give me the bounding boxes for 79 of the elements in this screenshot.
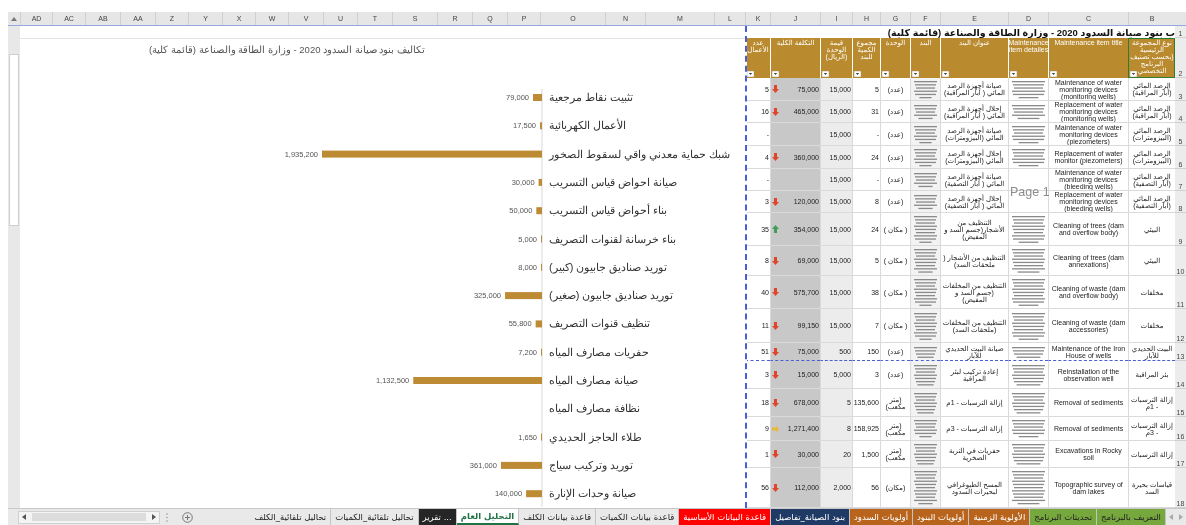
fine-print-drawing <box>1010 442 1047 466</box>
bar <box>536 207 542 215</box>
sheet-tab[interactable]: تحديثات البرنامج <box>1030 509 1097 525</box>
filter-dropdown-icon[interactable] <box>1050 71 1057 77</box>
fine-print-drawing <box>912 193 939 210</box>
fine-print-drawing <box>1010 469 1047 506</box>
fine-print-drawing <box>1010 103 1047 120</box>
fine-print-drawing <box>912 146 939 168</box>
fine-print-drawing <box>912 310 939 341</box>
category-label: طلاء الحاجز الحديدي <box>549 430 643 443</box>
category-label: الأعمال الكهربائية <box>549 119 627 132</box>
horizontal-scrollbar-thumb[interactable] <box>32 513 146 521</box>
category-label: صيانة احواض قياس التسريب <box>549 175 678 188</box>
fine-print-drawing <box>912 277 939 307</box>
sheet-tab[interactable]: بنود الصيانة_تفاصيل <box>771 509 851 525</box>
fine-print-drawing <box>912 442 939 466</box>
fine-print-drawing <box>1010 78 1047 100</box>
sheet-tab[interactable]: أولويات البنود <box>913 509 970 525</box>
fine-print-drawing <box>1010 390 1047 415</box>
fine-print-drawing <box>1010 247 1047 274</box>
fine-print-drawing <box>912 469 939 506</box>
sheet-tab[interactable]: أولويات السدود <box>850 509 914 525</box>
fine-print-drawing <box>1010 344 1047 359</box>
bar <box>533 94 542 101</box>
fine-print-drawing <box>1010 214 1047 244</box>
filter-dropdown-icon[interactable] <box>747 71 754 77</box>
category-label: نظافة مصارف المياه <box>549 402 641 415</box>
fine-print-drawing <box>1010 362 1047 387</box>
scroll-up-icon[interactable] <box>11 16 17 21</box>
category-label: توريد صناديق جابيون (صغير) <box>549 289 674 302</box>
add-sheet-icon[interactable] <box>182 511 193 523</box>
fine-print-drawing <box>1010 123 1047 145</box>
sheet-tab[interactable]: التعريف بالبرنامج <box>1097 509 1166 525</box>
splitter-handle-icon[interactable] <box>166 512 168 522</box>
sheet-tab[interactable]: التحليل العام <box>456 509 520 525</box>
category-label: صيانة وحدات الإنارة <box>549 487 637 500</box>
fine-print-drawing <box>1010 418 1047 439</box>
bar <box>535 320 542 328</box>
fine-print-drawing <box>912 123 939 145</box>
category-label: صيانة مصارف المياه <box>549 374 639 386</box>
bar <box>526 490 542 498</box>
category-label: تنظيف قنوات التصريف <box>549 317 651 330</box>
filter-dropdown-icon[interactable] <box>854 71 861 77</box>
fine-print-drawing <box>912 344 939 359</box>
filter-dropdown-icon[interactable] <box>822 71 829 77</box>
category-label: حفريات مصارف المياه <box>549 345 650 358</box>
vertical-scrollbar[interactable] <box>8 26 20 508</box>
page-label: Page 1 <box>1010 186 1050 199</box>
fine-print-drawing <box>912 362 939 387</box>
fine-print-drawing <box>912 171 939 188</box>
category-label: بناء خرسانة لقنوات التصريف <box>549 232 677 245</box>
category-label: تثبيت نقاط مرجعية <box>549 91 634 103</box>
sheet-tab[interactable]: قاعدة البيانات الأساسية <box>679 509 772 525</box>
category-label: توريد وتركيب سياج <box>549 458 634 471</box>
table-title: ب بنود صيانة السدود 2020 - وزارة الطاقة والصناعة (قائمة كلية) <box>886 26 1175 38</box>
sheet-tab[interactable]: الأولوية الزمنية <box>969 509 1031 525</box>
fine-print-drawing <box>912 78 939 100</box>
chart-title: تكاليف بنود صيانة السدود 2020 - وزارة الطاقة والصناعة (قائمة كلية) <box>149 44 425 55</box>
filter-dropdown-icon[interactable] <box>882 71 889 77</box>
fine-print-drawing <box>912 214 939 244</box>
fine-print-drawing <box>1010 146 1047 168</box>
filter-dropdown-icon[interactable] <box>912 71 919 77</box>
category-label: شبك حماية معدني واقي لسقوط الصخور <box>549 147 731 160</box>
fine-print-drawing <box>912 247 939 274</box>
category-label: بناء أحواض قياس التسريب <box>549 204 668 217</box>
fine-print-drawing <box>1010 310 1047 341</box>
filter-dropdown-icon[interactable] <box>1010 71 1017 77</box>
fine-print-drawing <box>1010 277 1047 307</box>
filter-dropdown-icon[interactable] <box>1130 71 1137 77</box>
filter-dropdown-icon[interactable] <box>942 71 949 77</box>
fine-print-drawing <box>912 418 939 439</box>
bar <box>505 292 542 300</box>
sheet-tab[interactable]: تقرير ... <box>418 509 457 525</box>
category-label: توريد صناديق جابيون (كبير) <box>549 260 668 273</box>
fine-print-drawing <box>912 103 939 120</box>
bar <box>538 178 542 186</box>
fine-print-drawing <box>912 390 939 415</box>
filter-dropdown-icon[interactable] <box>772 71 779 77</box>
bar <box>500 461 542 469</box>
